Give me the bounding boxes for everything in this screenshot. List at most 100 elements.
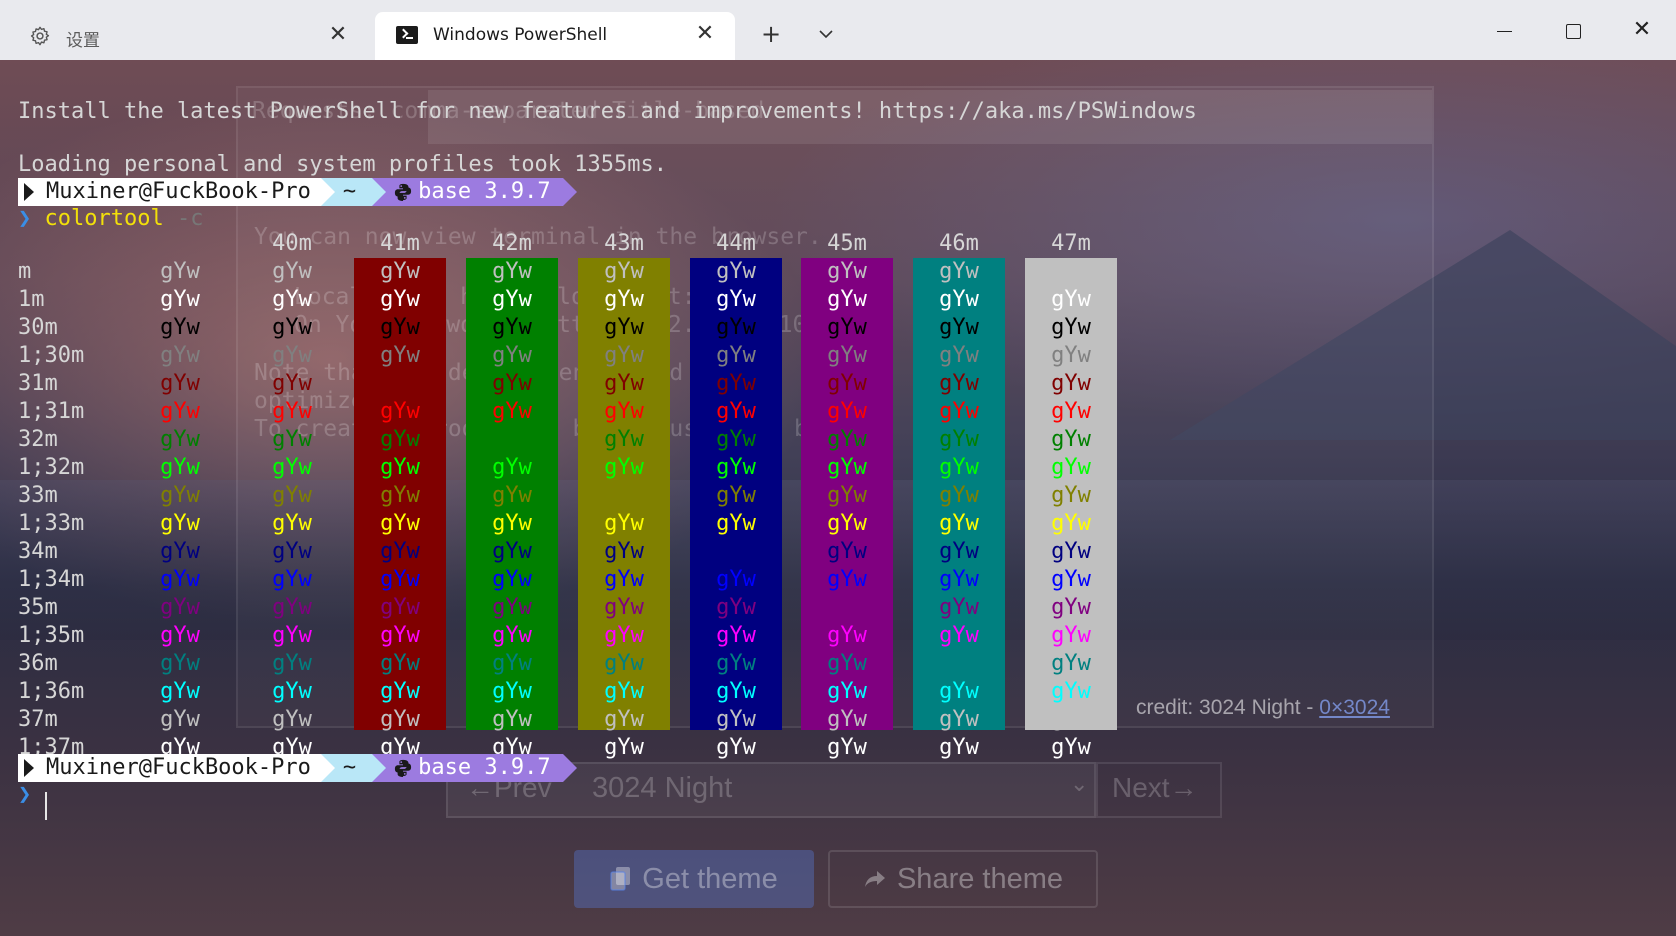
tab-settings[interactable]: 设置 ✕	[8, 13, 368, 60]
color-sample: gYw	[492, 259, 532, 284]
share-icon	[864, 871, 885, 887]
minimize-button[interactable]	[1474, 10, 1534, 50]
color-sample: gYw	[716, 651, 756, 676]
tab-windows-powershell[interactable]: Windows PowerShell ✕	[375, 12, 735, 60]
color-sample: gYw	[827, 315, 867, 340]
color-sample: gYw	[492, 623, 532, 648]
close-tab-icon[interactable]: ✕	[328, 24, 348, 46]
close-window-button[interactable]: ✕	[1612, 10, 1672, 50]
color-sample: gYw	[604, 399, 644, 424]
segment-separator	[562, 178, 577, 206]
color-sample: gYw	[604, 595, 644, 620]
row-label: 1;31m	[18, 399, 85, 424]
python-icon	[395, 759, 412, 777]
color-sample: gYw	[827, 371, 867, 396]
color-sample: gYw	[827, 259, 867, 284]
color-sample: gYw	[1051, 651, 1091, 676]
color-sample: gYw	[1051, 623, 1091, 648]
color-sample: gYw	[939, 455, 979, 480]
segment-separator	[372, 754, 387, 782]
color-sample: gYw	[272, 483, 312, 508]
color-sample: gYw	[272, 427, 312, 452]
command: colortool	[44, 206, 164, 231]
column-header: 45m	[827, 231, 867, 256]
color-sample: gYw	[1051, 595, 1091, 620]
background-get-theme: Get theme	[574, 850, 814, 908]
color-sample: gYw	[272, 343, 312, 368]
color-sample: gYw	[604, 455, 644, 480]
segment-separator	[372, 178, 387, 206]
background-theme-name: 3024 Night	[592, 772, 733, 804]
command-flag: -c	[176, 206, 204, 231]
color-sample: gYw	[380, 371, 420, 396]
color-sample: gYw	[1051, 371, 1091, 396]
color-sample: gYw	[380, 707, 420, 732]
color-sample: gYw	[1051, 315, 1091, 340]
chevron-down-icon[interactable]	[806, 14, 846, 54]
color-sample: gYw	[939, 595, 979, 620]
color-sample: gYw	[604, 651, 644, 676]
new-tab-button[interactable]: +	[751, 14, 791, 54]
color-sample: gYw	[380, 539, 420, 564]
color-sample: gYw	[160, 511, 200, 536]
color-sample: gYw	[827, 483, 867, 508]
color-sample: gYw	[604, 679, 644, 704]
color-sample: gYw	[827, 343, 867, 368]
row-label: 35m	[18, 595, 58, 620]
color-sample: gYw	[604, 539, 644, 564]
color-sample: gYw	[492, 539, 532, 564]
row-label: 33m	[18, 483, 58, 508]
color-sample: gYw	[604, 259, 644, 284]
row-label: 1;30m	[18, 343, 85, 368]
color-sample: gYw	[827, 679, 867, 704]
color-sample: gYw	[716, 287, 756, 312]
color-sample: gYw	[492, 287, 532, 312]
color-sample: gYw	[492, 679, 532, 704]
background-text: To create a production build, use yarn b…	[254, 416, 878, 442]
title-bar: 设置 ✕ Windows PowerShell ✕ + ✕	[0, 0, 1676, 60]
color-sample: gYw	[1051, 259, 1091, 284]
color-sample: gYw	[380, 511, 420, 536]
color-sample: gYw	[160, 287, 200, 312]
color-sample: gYw	[272, 595, 312, 620]
row-label: 36m	[18, 651, 58, 676]
color-sample: gYw	[160, 539, 200, 564]
color-sample: gYw	[716, 343, 756, 368]
color-sample: gYw	[160, 455, 200, 480]
text-cursor	[45, 792, 47, 820]
color-sample: gYw	[272, 539, 312, 564]
install-message: Install the latest PowerShell for new fe…	[18, 99, 1197, 124]
close-tab-icon[interactable]: ✕	[695, 23, 715, 45]
color-sample: gYw	[272, 399, 312, 424]
color-sample: gYw	[939, 735, 979, 760]
powershell-icon	[395, 23, 419, 47]
prompt-dir: ~	[334, 178, 373, 206]
row-label: m	[18, 259, 32, 284]
color-sample: gYw	[272, 623, 312, 648]
color-sample: gYw	[1051, 483, 1091, 508]
color-sample: gYw	[939, 315, 979, 340]
column-header: 42m	[492, 231, 532, 256]
color-sample: gYw	[827, 707, 867, 732]
prompt-start-icon	[24, 183, 34, 201]
maximize-button[interactable]	[1543, 10, 1603, 50]
color-sample: gYw	[1051, 511, 1091, 536]
color-sample: gYw	[492, 399, 532, 424]
color-sample: gYw	[827, 623, 867, 648]
column-header: 40m	[272, 231, 312, 256]
color-sample: gYw	[492, 315, 532, 340]
python-icon	[395, 183, 412, 201]
color-sample: gYw	[716, 427, 756, 452]
color-sample: gYw	[716, 371, 756, 396]
color-sample: gYw	[272, 567, 312, 592]
color-sample: gYw	[380, 651, 420, 676]
terminal-pane[interactable]: Requests: comma-separated Title-based Yo…	[0, 60, 1676, 936]
color-sample: gYw	[827, 595, 867, 620]
color-sample: gYw	[939, 259, 979, 284]
color-sample: gYw	[939, 567, 979, 592]
prompt-env: base 3.9.7	[386, 754, 563, 782]
color-sample: gYw	[160, 679, 200, 704]
color-sample: gYw	[1051, 455, 1091, 480]
color-sample: gYw	[380, 623, 420, 648]
color-sample: gYw	[716, 707, 756, 732]
